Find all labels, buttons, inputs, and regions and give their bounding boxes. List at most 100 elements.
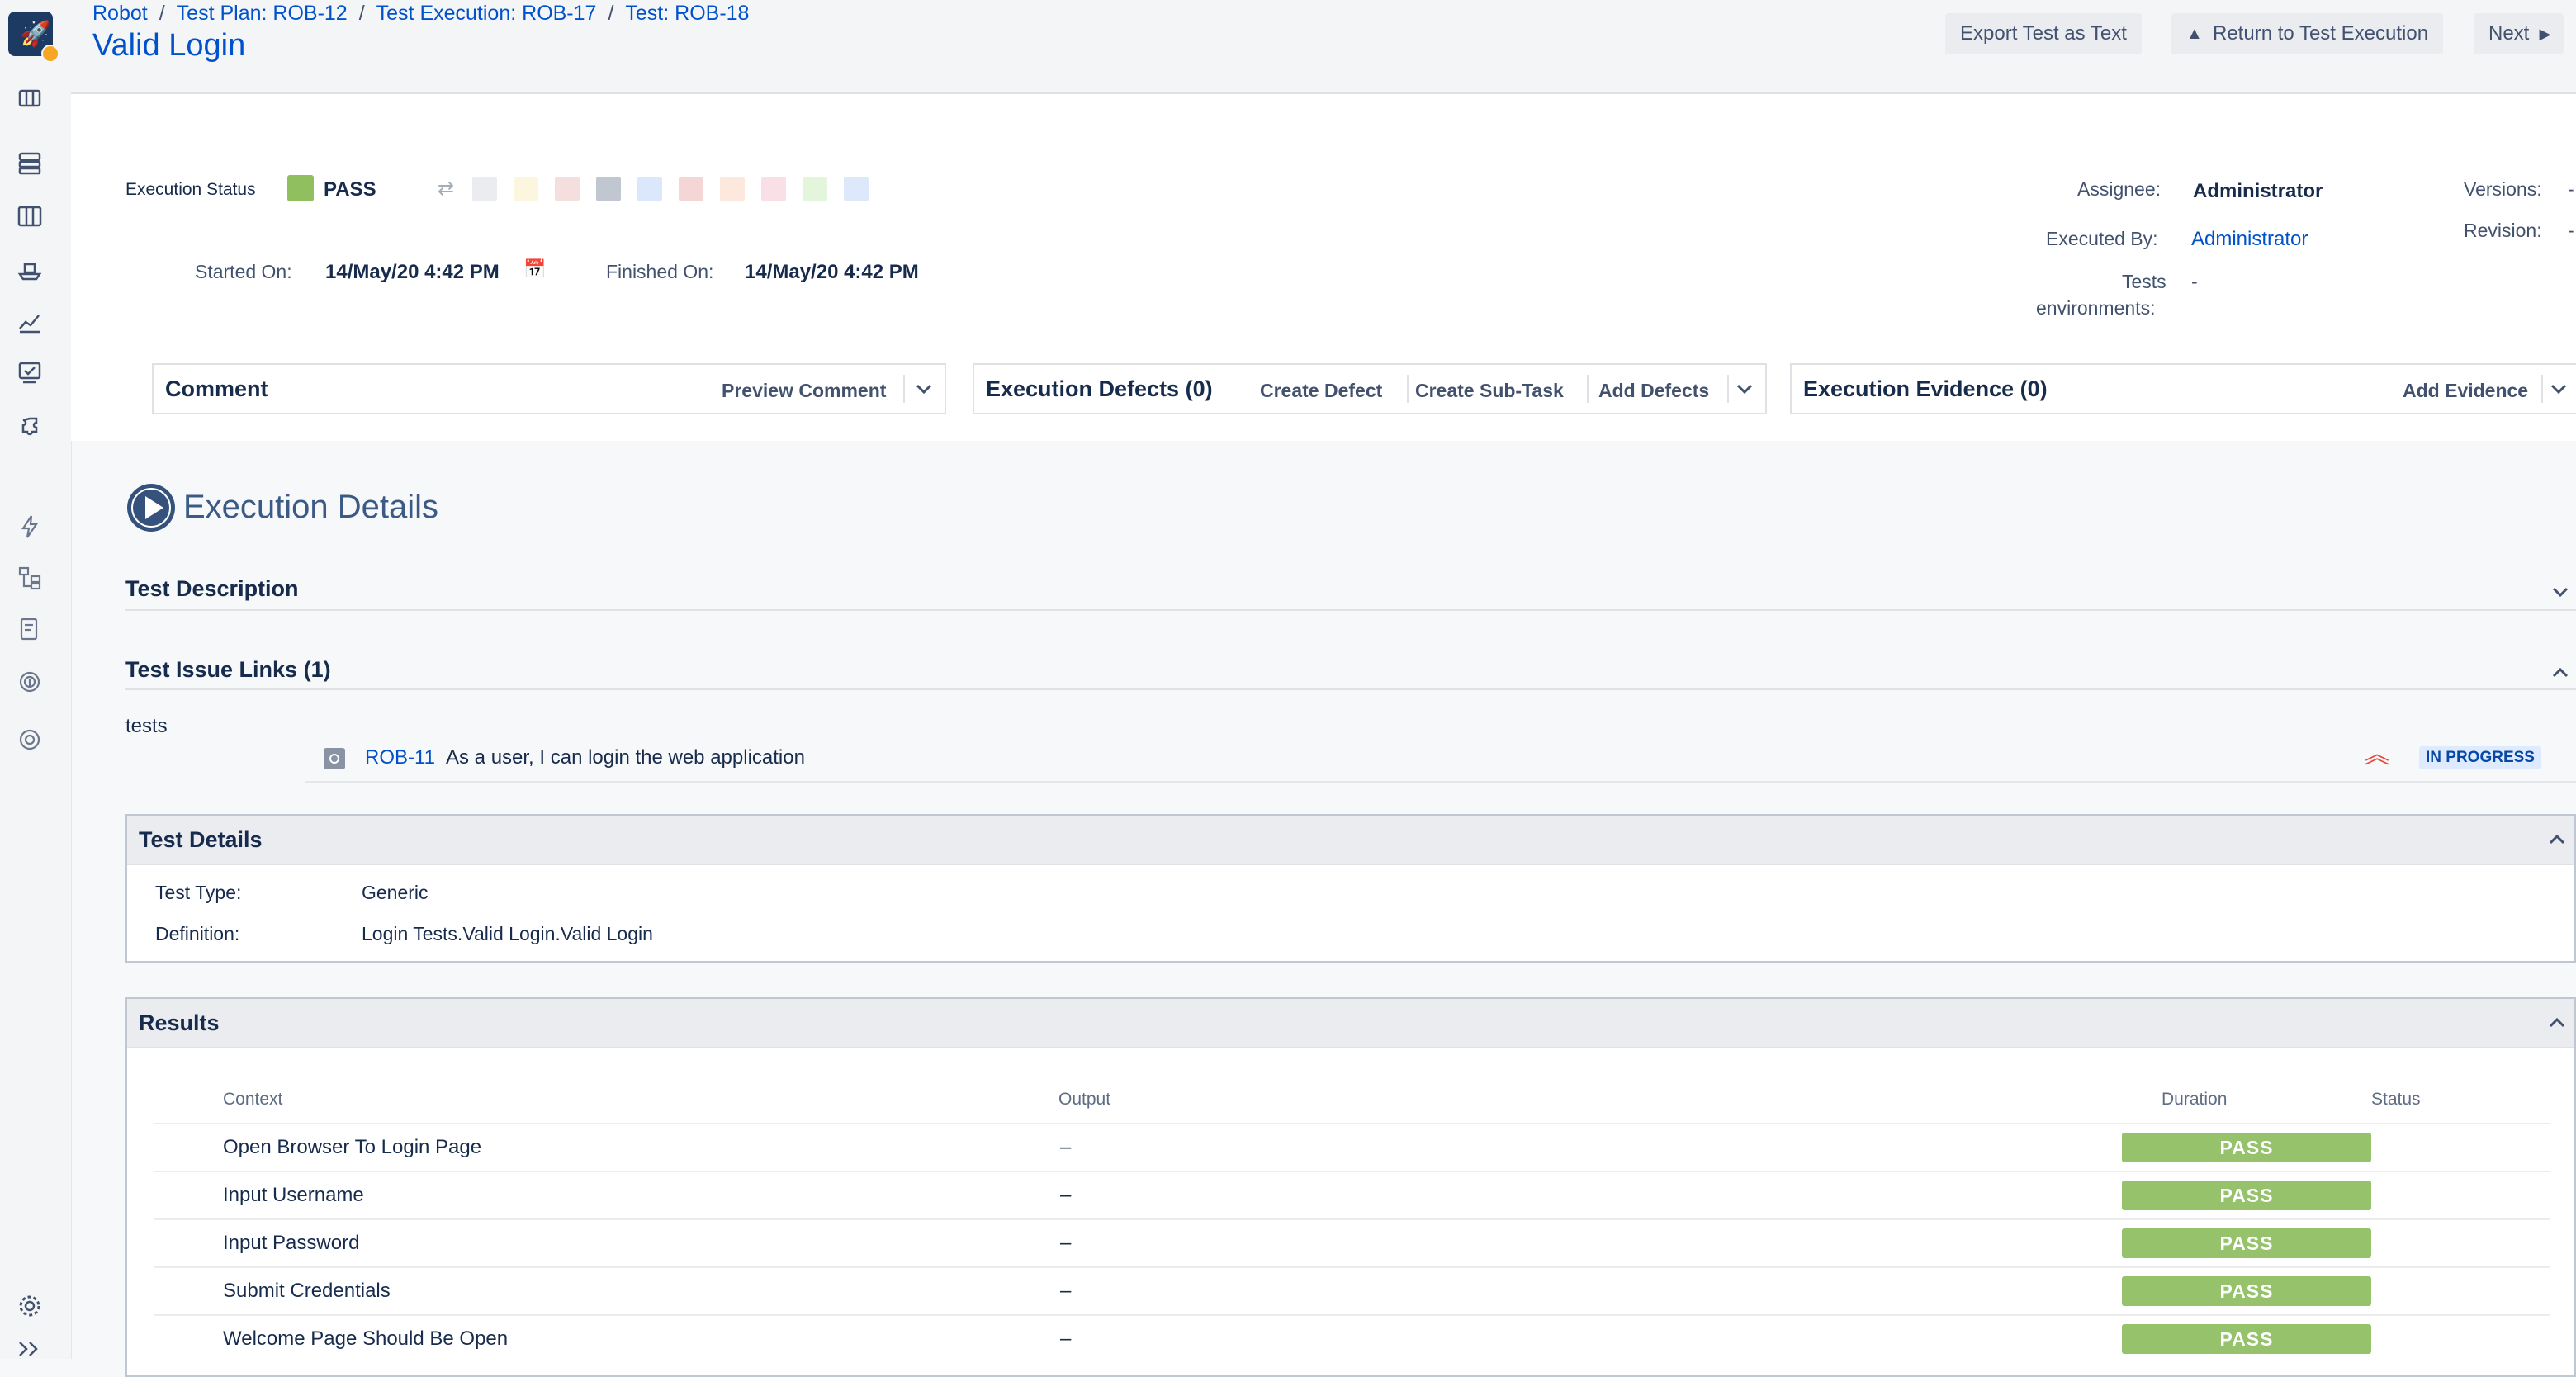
tests-environments-label-2: environments: xyxy=(2036,297,2156,319)
started-on-value: 14/May/20 4:42 PM xyxy=(325,261,500,283)
test-type-label: Test Type: xyxy=(155,882,242,903)
breadcrumb-project[interactable]: Robot xyxy=(92,2,148,25)
chevron-up-icon[interactable] xyxy=(2548,660,2573,685)
status-option-swatch[interactable] xyxy=(679,177,703,201)
page-header: Robot / Test Plan: ROB-12/Test Execution: … xyxy=(71,0,2576,94)
linked-issue-row: ROB-11 As a user, I can login the web ap… xyxy=(305,738,2576,783)
test-description-toggle[interactable]: Test Description xyxy=(125,576,299,602)
definition-label: Definition: xyxy=(155,923,240,944)
breadcrumb-test-plan[interactable]: Test Plan: ROB-12 xyxy=(177,2,348,25)
issue-key-link[interactable]: ROB-11 xyxy=(365,746,435,769)
breadcrumb-test[interactable]: Test: ROB-18 xyxy=(625,2,749,25)
story-icon xyxy=(324,748,345,769)
revision-value[interactable]: - xyxy=(2568,220,2574,242)
results-header[interactable]: Results xyxy=(127,999,2574,1048)
status-badge[interactable]: PASS xyxy=(2122,1133,2371,1162)
add-defects-button[interactable]: Add Defects xyxy=(1598,380,1709,402)
status-option-swatch[interactable] xyxy=(555,177,580,201)
settings-icon[interactable] xyxy=(15,1291,45,1321)
play-icon xyxy=(127,484,175,532)
columns-icon[interactable] xyxy=(15,201,45,231)
target-icon[interactable] xyxy=(15,725,45,755)
preview-comment-button[interactable]: Preview Comment xyxy=(722,380,886,402)
app-logo[interactable]: 🚀 xyxy=(8,12,59,63)
left-sidebar: 🚀 xyxy=(0,0,72,1359)
cell-output: – xyxy=(1060,1280,1072,1302)
chevron-up-icon[interactable] xyxy=(2545,1010,2569,1035)
board-icon[interactable] xyxy=(15,84,45,114)
test-plan-icon[interactable] xyxy=(15,614,45,644)
chevron-up-icon[interactable] xyxy=(2545,827,2569,852)
chevron-down-icon[interactable] xyxy=(2546,376,2571,401)
cell-context: Open Browser To Login Page xyxy=(223,1136,482,1158)
cell-output: – xyxy=(1060,1327,1072,1350)
status-badge[interactable]: PASS xyxy=(2122,1228,2371,1258)
status-option-swatch[interactable] xyxy=(844,177,869,201)
executed-by-label: Executed By: xyxy=(2046,228,2158,249)
status-color-swatch xyxy=(287,175,314,201)
comment-box: Comment Preview Comment xyxy=(152,363,946,414)
chevron-down-icon[interactable] xyxy=(1732,376,1757,401)
create-subtask-button[interactable]: Create Sub-Task xyxy=(1415,380,1564,402)
definition-value: Login Tests.Valid Login.Valid Login xyxy=(362,923,653,944)
releases-icon[interactable] xyxy=(15,254,45,284)
reports-icon[interactable] xyxy=(15,307,45,337)
test-runs-icon[interactable] xyxy=(15,358,45,388)
test-issue-links-toggle[interactable]: Test Issue Links (1) xyxy=(125,657,331,683)
col-status: Status xyxy=(2371,1090,2421,1109)
execution-evidence-box: Execution Evidence (0) Add Evidence xyxy=(1790,363,2576,414)
add-evidence-button[interactable]: Add Evidence xyxy=(2403,380,2528,402)
status-badge[interactable]: PASS xyxy=(2122,1181,2371,1210)
status-badge[interactable]: PASS xyxy=(2122,1276,2371,1306)
arrow-up-icon: ▲ xyxy=(2186,25,2203,43)
versions-label: Versions: xyxy=(2464,178,2542,200)
components-icon[interactable] xyxy=(15,411,45,441)
breadcrumb-test-execution[interactable]: Test Execution: ROB-17 xyxy=(376,2,597,25)
expand-sidebar-icon[interactable] xyxy=(15,1336,45,1359)
execution-details-title: Execution Details xyxy=(183,489,439,525)
finished-on-label: Finished On: xyxy=(606,261,714,282)
execution-defects-title: Execution Defects (0) xyxy=(986,376,1213,401)
cell-output: – xyxy=(1060,1136,1072,1158)
execution-defects-box: Execution Defects (0) Create Defect Crea… xyxy=(973,363,1767,414)
status-option-swatch[interactable] xyxy=(637,177,662,201)
export-test-button[interactable]: Export Test as Text xyxy=(1945,13,2142,54)
executed-by-value[interactable]: Administrator xyxy=(2191,228,2308,251)
status-option-swatch[interactable] xyxy=(596,177,621,201)
breadcrumb: Robot / Test Plan: ROB-12/Test Execution: … xyxy=(92,2,750,25)
versions-value[interactable]: - xyxy=(2568,178,2574,201)
notification-dot xyxy=(41,45,59,63)
status-option-swatch[interactable] xyxy=(803,177,827,201)
status-option-swatch[interactable] xyxy=(720,177,745,201)
link-type-label: tests xyxy=(125,715,168,737)
create-defect-button[interactable]: Create Defect xyxy=(1260,380,1382,402)
status-option-swatch[interactable] xyxy=(514,177,538,201)
chevron-down-icon[interactable] xyxy=(2548,580,2573,604)
lightning-icon[interactable] xyxy=(15,512,45,542)
swap-icon: ⇄ xyxy=(438,177,455,200)
status-option-swatch[interactable] xyxy=(472,177,497,201)
col-context: Context xyxy=(223,1090,283,1109)
assignee-label: Assignee: xyxy=(2077,178,2162,200)
table-row: Open Browser To Login Page–3 secPASS xyxy=(154,1123,2550,1172)
status-badge[interactable]: PASS xyxy=(2122,1324,2371,1354)
calendar-icon[interactable]: 📅 xyxy=(523,259,546,280)
backlog-icon[interactable] xyxy=(15,149,45,178)
return-to-execution-button[interactable]: ▲ Return to Test Execution xyxy=(2171,13,2444,54)
tests-environments-value[interactable]: - xyxy=(2191,271,2198,293)
next-button[interactable]: Next ▶ xyxy=(2474,13,2564,54)
chevron-down-icon[interactable] xyxy=(912,376,936,401)
tests-environments-label: Tests xyxy=(2122,271,2166,292)
execution-status-label: Execution Status xyxy=(125,180,256,199)
status-option-swatch[interactable] xyxy=(761,177,786,201)
cell-output: – xyxy=(1060,1184,1072,1206)
priority-highest-icon: ︽ xyxy=(2365,741,2389,769)
finished-on-value: 14/May/20 4:42 PM xyxy=(745,261,919,283)
assignee-value[interactable]: Administrator xyxy=(2193,180,2323,203)
table-row: Submit Credentials–46.000 msPASS xyxy=(154,1266,2550,1316)
test-details-header[interactable]: Test Details xyxy=(127,816,2574,865)
results-title: Results xyxy=(139,1010,220,1035)
comment-title: Comment xyxy=(165,376,268,401)
test-repository-icon[interactable] xyxy=(15,563,45,593)
fingerprint-icon[interactable] xyxy=(15,667,45,697)
